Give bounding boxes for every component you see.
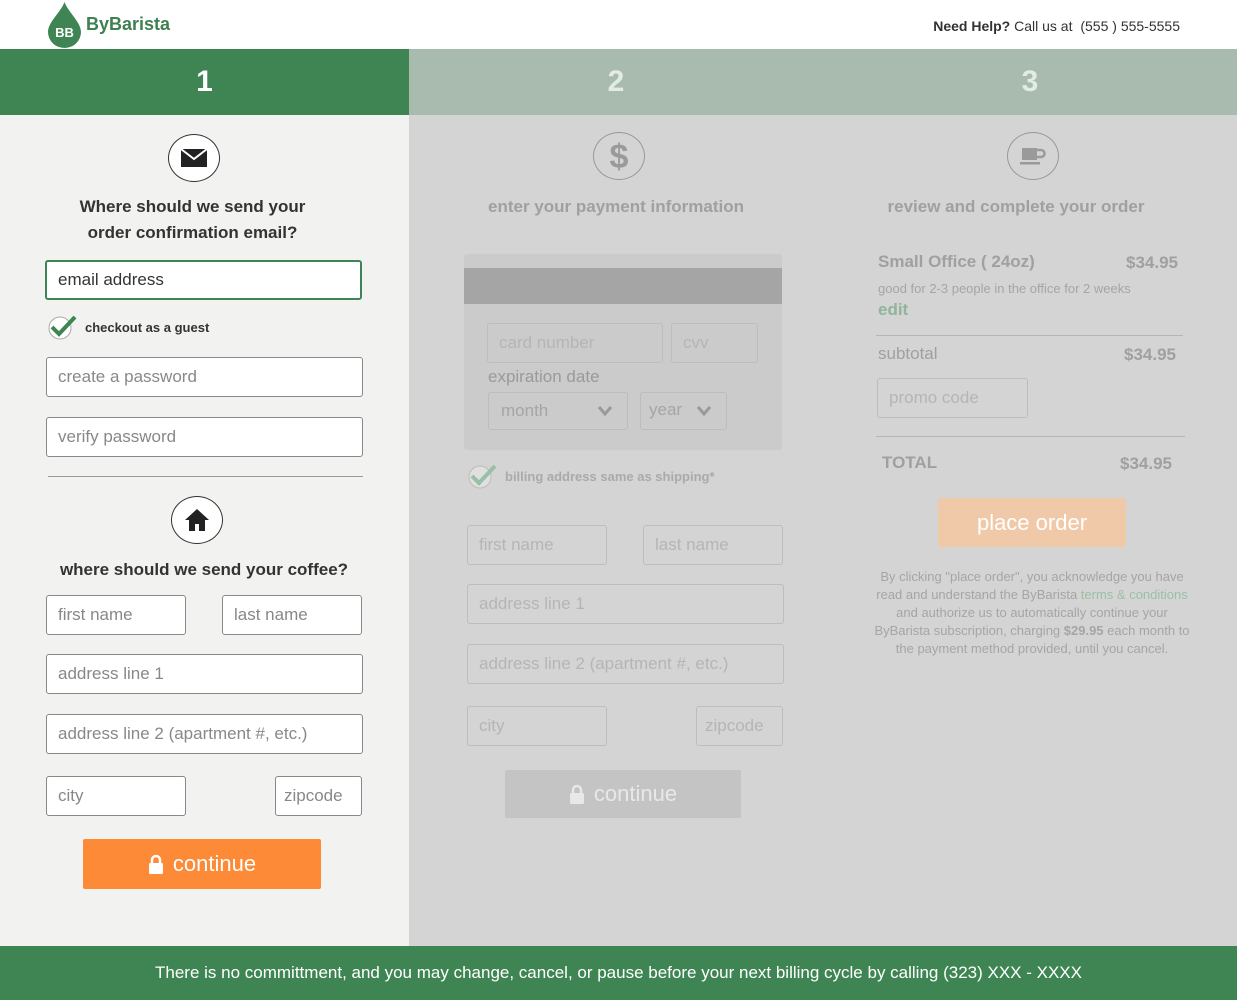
coffee-cup-icon [1007,132,1059,180]
section-divider [48,476,363,477]
review-heading: review and complete your order [887,197,1145,216]
billing-address1-field[interactable]: address line 1 [467,584,784,624]
brand-name: ByBarista [86,14,171,34]
email-field[interactable]: email address [45,260,362,300]
step-1: 1 [0,49,409,115]
first-name-field[interactable]: first name [46,595,186,635]
place-order-button[interactable]: place order [938,498,1126,547]
payment-heading: enter your payment information [488,197,744,216]
dollar-icon: $ [593,132,645,180]
checkbox[interactable] [467,463,497,489]
logo-drop-icon: BB [48,1,81,48]
step-3: 3 [823,49,1237,115]
footer-text: There is no committment, and you may cha… [155,963,1082,982]
help-text: Call us at [1014,18,1073,34]
billing-address2-field[interactable]: address line 2 (apartment #, etc.) [467,644,784,684]
logo-mark: BB [55,25,74,40]
verify-password-field[interactable]: verify password [46,417,363,457]
divider [876,436,1185,437]
logo[interactable]: BB ByBarista [48,0,170,49]
divider [876,335,1183,336]
promo-code-field[interactable]: promo code [877,378,1028,418]
card-number-field[interactable]: card number [487,323,663,363]
billing-same-mark: * [709,468,715,484]
product-name: Small Office ( 24oz) [878,252,1035,271]
address1-field[interactable]: address line 1 [46,654,363,694]
address2-field[interactable]: address line 2 (apartment #, etc.) [46,714,363,754]
billing-last-name-field[interactable]: last name [643,525,783,565]
payment-continue-button[interactable]: continue [505,770,741,818]
header: BB ByBarista Need Help? Call us at (555 … [0,0,1237,49]
checkbox[interactable] [47,314,77,340]
legal-amount: $29.95 [1063,623,1104,638]
shipping-heading: where should we send your coffee? [59,560,349,579]
chevron-down-icon [597,406,613,417]
month-value: month [501,401,549,420]
month-select[interactable]: month [488,392,628,430]
city-field[interactable]: city [46,776,186,816]
subtotal-value: $34.95 [1124,345,1176,364]
help-contact: Need Help? Call us at (555 ) 555-5555 [933,18,1180,34]
total-value: $34.95 [1120,454,1172,473]
product-price: $34.95 [1126,253,1178,272]
subtotal-label: subtotal [878,344,938,363]
billing-same-row[interactable]: billing address same as shipping * [467,463,715,489]
billing-city-field[interactable]: city [467,706,607,746]
billing-first-name-field[interactable]: first name [467,525,607,565]
email-heading: Where should we send your order confirma… [40,194,345,246]
place-order-label: place order [976,509,1088,535]
legal-text: By clicking "place order", you acknowled… [868,568,1196,658]
continue-button[interactable]: continue [83,839,321,889]
card-strip [464,268,782,304]
password-field[interactable]: create a password [46,357,363,397]
continue-label: continue [172,851,257,876]
help-label: Need Help? [933,18,1011,34]
email-heading-line1: Where should we send your [79,197,306,216]
help-phone[interactable]: (555 ) 555-5555 [1080,18,1180,34]
email-heading-line2: order confirmation email? [87,223,298,242]
svg-text:$: $ [610,139,629,173]
payment-continue-label: continue [593,781,678,806]
expiration-label: expiration date [488,367,600,386]
guest-checkbox-row[interactable]: checkout as a guest [47,314,209,340]
edit-link[interactable]: edit [878,300,908,320]
guest-label: checkout as a guest [85,319,210,335]
last-name-field[interactable]: last name [222,595,362,635]
total-label: TOTAL [882,453,938,472]
product-description: good for 2-3 people in the office for 2 … [878,281,1131,296]
step-2: 2 [409,49,823,115]
year-select[interactable]: year [640,392,727,430]
zipcode-field[interactable]: zipcode [275,776,362,816]
year-value: year [649,400,683,419]
cvv-field[interactable]: cvv [671,323,758,363]
lock-icon [569,784,584,804]
billing-zipcode-field[interactable]: zipcode [696,706,783,746]
billing-same-label: billing address same as shipping [505,468,710,484]
lock-icon [148,854,163,874]
home-icon [171,496,223,544]
step-indicator: 1 2 3 [0,49,1237,115]
footer-banner: There is no committment, and you may cha… [0,946,1237,1000]
envelope-icon [168,134,220,182]
terms-link[interactable]: terms & conditions [1081,587,1188,602]
chevron-down-icon [696,406,712,417]
